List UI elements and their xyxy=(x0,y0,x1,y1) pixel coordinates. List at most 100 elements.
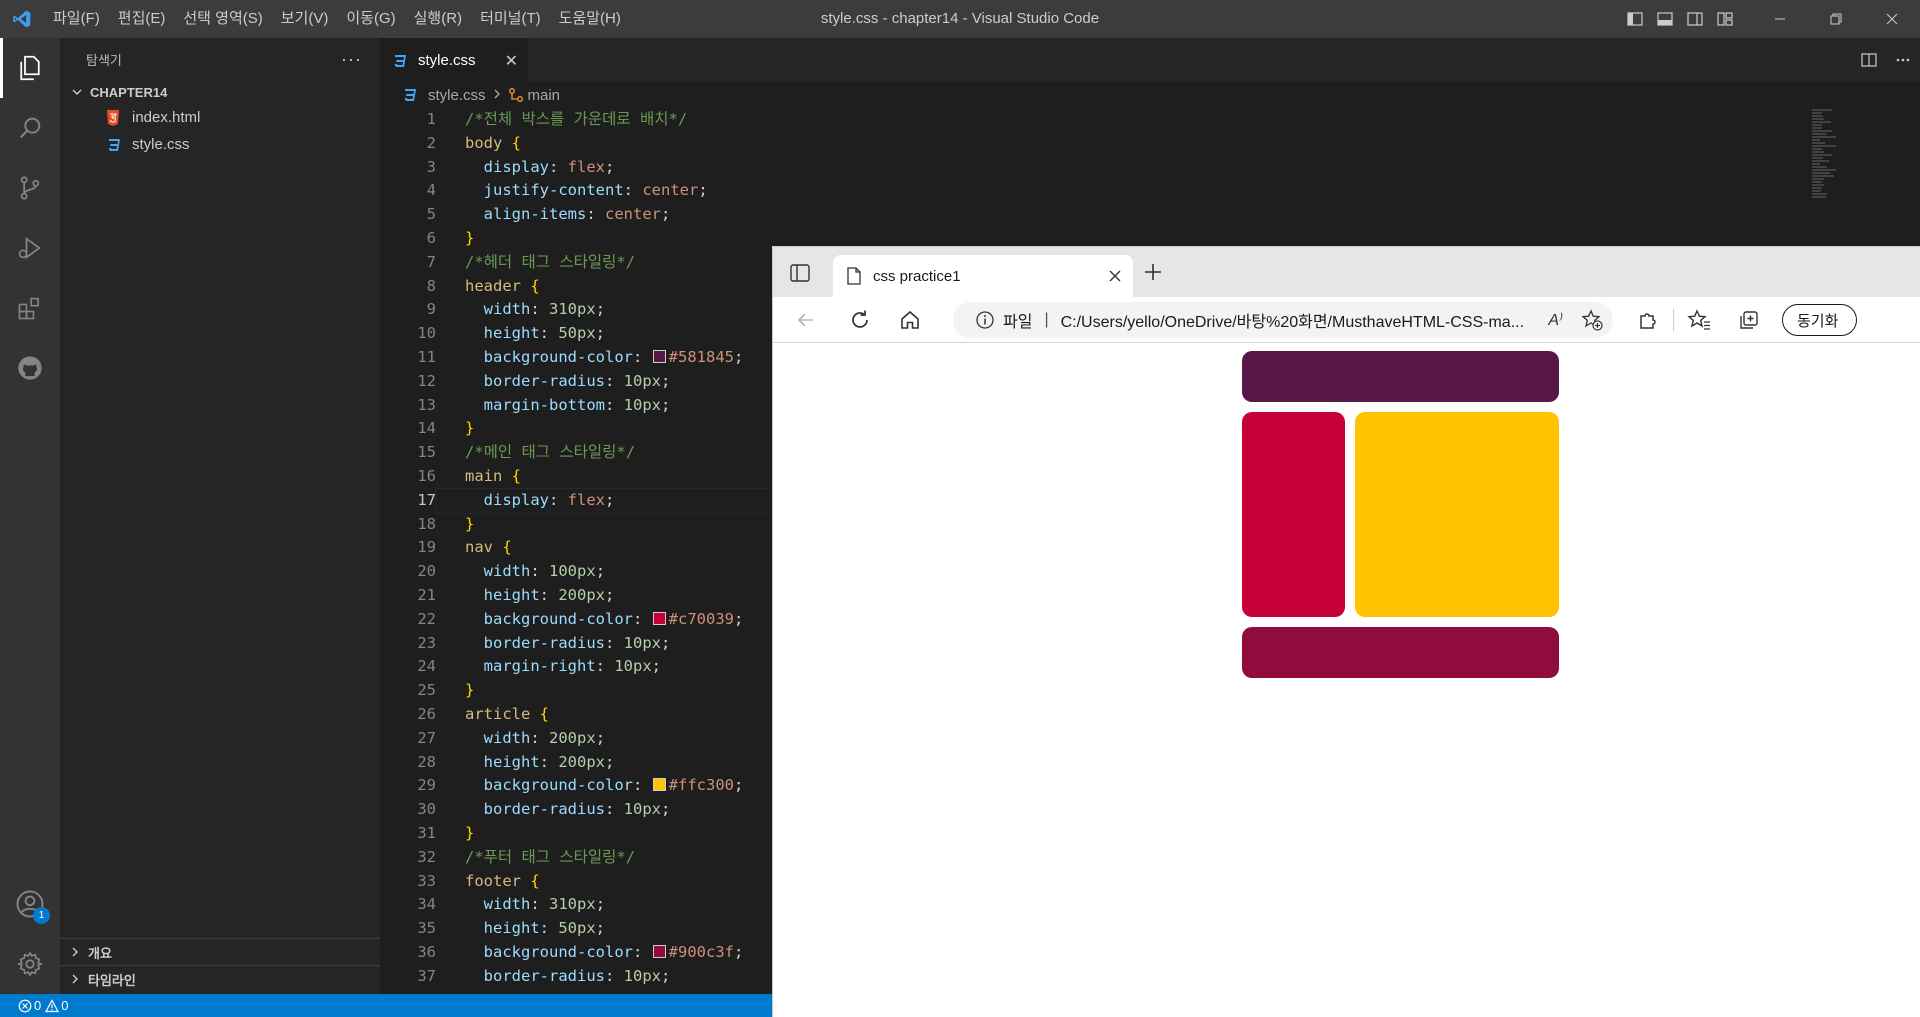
more-actions-icon[interactable] xyxy=(1886,52,1920,68)
explorer-icon[interactable] xyxy=(0,38,60,98)
menu-item[interactable]: 이동(G) xyxy=(337,0,404,38)
color-swatch[interactable] xyxy=(653,612,666,625)
close-window-icon[interactable] xyxy=(1864,0,1920,38)
toggle-primary-sidebar-icon[interactable] xyxy=(1620,0,1650,38)
tab-close-icon[interactable]: ✕ xyxy=(505,51,518,71)
code-token: #ffc300 xyxy=(669,776,734,794)
home-icon[interactable] xyxy=(885,297,935,343)
minimize-icon[interactable] xyxy=(1752,0,1808,38)
minimap-line xyxy=(1812,154,1832,156)
page-footer-box xyxy=(1242,627,1559,678)
code-token: ; xyxy=(661,800,670,818)
code-token xyxy=(465,657,484,675)
code-token xyxy=(465,895,484,913)
problems-indicator[interactable]: 0 0 xyxy=(18,998,68,1013)
code-token: : xyxy=(633,776,652,794)
minimap-line xyxy=(1812,124,1822,126)
refresh-icon[interactable] xyxy=(835,297,885,343)
code-token: ; xyxy=(661,205,670,223)
error-icon xyxy=(18,999,32,1013)
browser-tab-close-icon[interactable] xyxy=(1109,266,1121,287)
code-line[interactable]: 1 /*전체 박스를 가운데로 배치*/ xyxy=(380,108,1920,132)
folder-chapter14[interactable]: CHAPTER14 xyxy=(60,80,380,104)
code-token: 10px xyxy=(614,657,651,675)
tab-actions-menu-icon[interactable] xyxy=(787,261,813,285)
extensions-puzzle-icon[interactable] xyxy=(1623,297,1673,343)
file-style-css[interactable]: style.css xyxy=(60,131,380,158)
site-info-icon[interactable] xyxy=(975,310,995,330)
read-aloud-icon[interactable]: A⁾ xyxy=(1548,310,1563,330)
source-control-icon[interactable] xyxy=(0,158,60,218)
code-line[interactable]: 3 display: flex; xyxy=(380,156,1920,180)
tab-style-css[interactable]: style.css ✕ xyxy=(380,38,528,82)
menu-item[interactable]: 편집(E) xyxy=(109,0,175,38)
code-token: ; xyxy=(605,491,614,509)
line-number: 26 xyxy=(380,703,436,727)
browser-tab[interactable]: css practice1 xyxy=(833,255,1133,297)
line-number: 17 xyxy=(380,489,436,513)
code-token: footer xyxy=(465,872,530,890)
toggle-secondary-sidebar-icon[interactable] xyxy=(1680,0,1710,38)
code-token: : xyxy=(605,396,624,414)
restore-icon[interactable] xyxy=(1808,0,1864,38)
code-token: : xyxy=(530,562,549,580)
code-token: : xyxy=(549,158,568,176)
menu-item[interactable]: 실행(R) xyxy=(405,0,471,38)
file-index-html[interactable]: index.html xyxy=(60,104,380,131)
explorer-title: 탐색기 xyxy=(86,50,122,69)
code-line[interactable]: 4 justify-content: center; xyxy=(380,179,1920,203)
search-icon[interactable] xyxy=(0,98,60,158)
breadcrumb-file[interactable]: style.css xyxy=(428,87,486,104)
color-swatch[interactable] xyxy=(653,778,666,791)
code-token: header xyxy=(465,277,530,295)
menu-item[interactable]: 보기(V) xyxy=(272,0,338,38)
color-swatch[interactable] xyxy=(653,350,666,363)
toggle-panel-icon[interactable] xyxy=(1650,0,1680,38)
split-editor-icon[interactable] xyxy=(1852,52,1886,68)
explorer-sidebar: 탐색기 ··· CHAPTER14 index.html style.css 개… xyxy=(60,38,380,994)
github-icon[interactable] xyxy=(0,338,60,398)
code-token xyxy=(465,562,484,580)
minimap-line xyxy=(1812,190,1821,192)
sync-button[interactable]: 동기화 xyxy=(1782,304,1857,336)
run-and-debug-icon[interactable] xyxy=(0,218,60,278)
back-arrow-icon[interactable] xyxy=(781,297,831,343)
code-token: height xyxy=(484,586,540,604)
error-count: 0 xyxy=(34,998,41,1013)
code-token: 10px xyxy=(624,967,661,985)
add-favorite-icon[interactable] xyxy=(1581,309,1603,331)
code-line[interactable]: 5 align-items: center; xyxy=(380,203,1920,227)
outline-section[interactable]: 개요 xyxy=(60,938,380,965)
address-actions: A⁾ xyxy=(1548,302,1603,338)
menu-item[interactable]: 선택 영역(S) xyxy=(174,0,271,38)
line-number: 15 xyxy=(380,441,436,465)
code-token: ; xyxy=(605,753,614,771)
warning-count: 0 xyxy=(61,998,68,1013)
collections-icon[interactable] xyxy=(1724,297,1774,343)
css3-icon xyxy=(106,137,128,153)
line-number: 19 xyxy=(380,536,436,560)
customize-layout-icon[interactable] xyxy=(1710,0,1740,38)
breadcrumb-symbol[interactable]: main xyxy=(528,87,561,104)
menu-item[interactable]: 터미널(T) xyxy=(471,0,550,38)
more-actions-button[interactable]: ··· xyxy=(341,49,362,70)
code-line[interactable]: 2 body { xyxy=(380,132,1920,156)
timeline-section[interactable]: 타임라인 xyxy=(60,965,380,992)
manage-gear-icon[interactable] xyxy=(0,934,60,994)
menu-item[interactable]: 도움말(H) xyxy=(550,0,630,38)
favorites-icon[interactable] xyxy=(1674,297,1724,343)
minimap-line xyxy=(1812,196,1826,198)
code-token xyxy=(465,919,484,937)
address-bar[interactable]: 파일 | C:/Users/yello/OneDrive/바탕%20화면/Mus… xyxy=(953,302,1613,338)
extensions-icon[interactable] xyxy=(0,278,60,338)
accounts-icon[interactable]: 1 xyxy=(0,874,60,934)
line-number: 21 xyxy=(380,584,436,608)
code-token: { xyxy=(512,134,521,152)
html5-icon xyxy=(106,110,128,126)
new-tab-icon[interactable] xyxy=(1143,261,1163,285)
menu-item[interactable]: 파일(F) xyxy=(44,0,109,38)
code-token xyxy=(465,634,484,652)
code-token: ; xyxy=(734,610,743,628)
code-token: : xyxy=(605,634,624,652)
color-swatch[interactable] xyxy=(653,945,666,958)
